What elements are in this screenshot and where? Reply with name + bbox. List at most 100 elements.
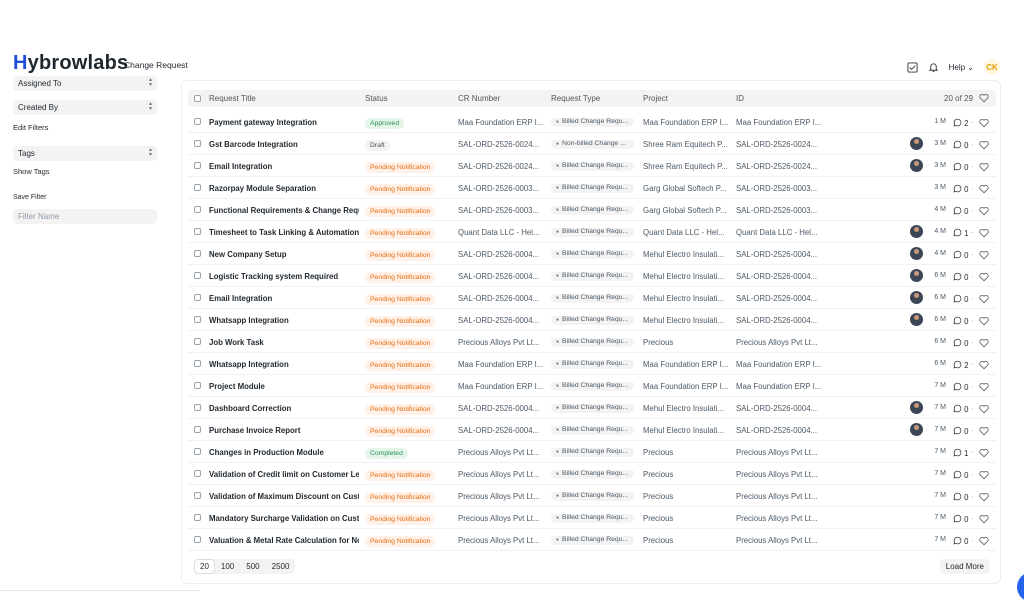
table-row[interactable]: Razorpay Module Separation Pending Notifi… xyxy=(188,177,996,199)
request-title[interactable]: Dashboard Correction xyxy=(209,404,359,413)
request-title[interactable]: Razorpay Module Separation xyxy=(209,184,359,193)
heart-icon[interactable] xyxy=(979,140,989,150)
request-title[interactable]: Valuation & Metal Rate Calculation for N… xyxy=(209,536,359,545)
heart-icon[interactable] xyxy=(979,338,989,348)
table-row[interactable]: Validation of Maximum Discount on Cust Pe… xyxy=(188,485,996,507)
comment-count[interactable]: 0 xyxy=(953,184,969,194)
request-title[interactable]: Payment gateway Integration xyxy=(209,118,359,127)
select-all-checkbox[interactable] xyxy=(194,95,201,102)
table-row[interactable]: Functional Requirements & Change Requ Pen… xyxy=(188,199,996,221)
comment-count[interactable]: 0 xyxy=(953,536,969,546)
edit-filters-link[interactable]: Edit Filters xyxy=(13,123,157,132)
row-checkbox[interactable] xyxy=(194,206,201,213)
filter-name-input[interactable]: Filter Name xyxy=(13,209,157,224)
table-row[interactable]: Gst Barcode Integration Draft SAL-ORD-2526… xyxy=(188,133,996,155)
heart-icon[interactable] xyxy=(979,294,989,304)
request-title[interactable]: Changes in Production Module xyxy=(209,448,359,457)
request-title[interactable]: Mandatory Surcharge Validation on Cust xyxy=(209,514,359,523)
row-checkbox[interactable] xyxy=(194,228,201,235)
table-row[interactable]: Logistic Tracking system Required Pending… xyxy=(188,265,996,287)
table-row[interactable]: Email Integration Pending Notification SAL… xyxy=(188,155,996,177)
header-title[interactable]: Request Title xyxy=(209,94,256,103)
request-title[interactable]: Email Integration xyxy=(209,294,359,303)
row-checkbox[interactable] xyxy=(194,272,201,279)
assignee-avatar[interactable] xyxy=(910,423,923,436)
row-checkbox[interactable] xyxy=(194,140,201,147)
comment-count[interactable]: 0 xyxy=(953,162,969,172)
comment-count[interactable]: 0 xyxy=(953,338,969,348)
table-row[interactable]: Email Integration Pending Notification SAL… xyxy=(188,287,996,309)
request-title[interactable]: Validation of Credit limit on Customer L… xyxy=(209,470,359,479)
table-row[interactable]: Mandatory Surcharge Validation on Cust Pe… xyxy=(188,507,996,529)
heart-icon[interactable] xyxy=(979,93,989,103)
assigned-to-select[interactable]: Assigned To ▴ ▾ xyxy=(13,76,157,91)
row-checkbox[interactable] xyxy=(194,250,201,257)
page-size-2500[interactable]: 2500 xyxy=(266,559,296,574)
comment-count[interactable]: 0 xyxy=(953,404,969,414)
header-project[interactable]: Project xyxy=(643,94,668,103)
table-row[interactable]: Project Module Pending Notification Maa Fo… xyxy=(188,375,996,397)
comment-count[interactable]: 0 xyxy=(953,492,969,502)
heart-icon[interactable] xyxy=(979,448,989,458)
tags-select[interactable]: Tags ▴ ▾ xyxy=(13,146,157,161)
checklist-icon[interactable] xyxy=(907,61,918,73)
comment-count[interactable]: 1 xyxy=(953,448,969,458)
heart-icon[interactable] xyxy=(979,404,989,414)
show-tags-link[interactable]: Show Tags xyxy=(13,167,157,176)
row-checkbox[interactable] xyxy=(194,316,201,323)
heart-icon[interactable] xyxy=(979,316,989,326)
row-checkbox[interactable] xyxy=(194,404,201,411)
comment-count[interactable]: 0 xyxy=(953,514,969,524)
heart-icon[interactable] xyxy=(979,228,989,238)
breadcrumb-current[interactable]: Change Request xyxy=(124,60,188,70)
comment-count[interactable]: 2 xyxy=(953,360,969,370)
request-title[interactable]: Whatsapp Integration xyxy=(209,360,359,369)
heart-icon[interactable] xyxy=(979,382,989,392)
request-title[interactable]: Email Integration xyxy=(209,162,359,171)
assignee-avatar[interactable] xyxy=(910,291,923,304)
heart-icon[interactable] xyxy=(979,184,989,194)
request-title[interactable]: Logistic Tracking system Required xyxy=(209,272,359,281)
table-row[interactable]: Whatsapp Integration Pending Notification… xyxy=(188,309,996,331)
assignee-avatar[interactable] xyxy=(910,225,923,238)
table-row[interactable]: Dashboard Correction Pending Notification… xyxy=(188,397,996,419)
table-row[interactable]: Payment gateway Integration Approved Maa F… xyxy=(188,111,996,133)
row-checkbox[interactable] xyxy=(194,536,201,543)
table-row[interactable]: Changes in Production Module Completed Pre… xyxy=(188,441,996,463)
assignee-avatar[interactable] xyxy=(910,269,923,282)
help-dropdown[interactable]: Help ⌄ xyxy=(949,63,974,72)
assignee-avatar[interactable] xyxy=(910,137,923,150)
table-row[interactable]: Timesheet to Task Linking & Automation Pe… xyxy=(188,221,996,243)
table-row[interactable]: Job Work Task Pending Notification Preciou… xyxy=(188,331,996,353)
row-checkbox[interactable] xyxy=(194,338,201,345)
header-status[interactable]: Status xyxy=(365,94,388,103)
comment-count[interactable]: 0 xyxy=(953,426,969,436)
header-type[interactable]: Request Type xyxy=(551,94,600,103)
created-by-select[interactable]: Created By ▴ ▾ xyxy=(13,100,157,115)
request-title[interactable]: Validation of Maximum Discount on Cust xyxy=(209,492,359,501)
comment-count[interactable]: 0 xyxy=(953,294,969,304)
table-row[interactable]: New Company Setup Pending Notification SAL… xyxy=(188,243,996,265)
load-more-button[interactable]: Load More xyxy=(939,559,990,574)
table-row[interactable]: Validation of Credit limit on Customer L… xyxy=(188,463,996,485)
row-checkbox[interactable] xyxy=(194,162,201,169)
row-checkbox[interactable] xyxy=(194,492,201,499)
user-avatar[interactable]: CK xyxy=(984,59,1000,75)
table-row[interactable]: Valuation & Metal Rate Calculation for N… xyxy=(188,529,996,551)
page-size-20[interactable]: 20 xyxy=(194,559,215,574)
row-checkbox[interactable] xyxy=(194,514,201,521)
heart-icon[interactable] xyxy=(979,536,989,546)
comment-count[interactable]: 0 xyxy=(953,250,969,260)
heart-icon[interactable] xyxy=(979,272,989,282)
heart-icon[interactable] xyxy=(979,492,989,502)
header-cr[interactable]: CR Number xyxy=(458,94,500,103)
header-id[interactable]: ID xyxy=(736,94,744,103)
row-checkbox[interactable] xyxy=(194,382,201,389)
comment-count[interactable]: 0 xyxy=(953,206,969,216)
page-size-500[interactable]: 500 xyxy=(240,559,265,574)
row-checkbox[interactable] xyxy=(194,118,201,125)
bell-icon[interactable] xyxy=(928,62,939,73)
chat-fab-button[interactable] xyxy=(1017,572,1024,602)
request-title[interactable]: Purchase Invoice Report xyxy=(209,426,359,435)
heart-icon[interactable] xyxy=(979,470,989,480)
